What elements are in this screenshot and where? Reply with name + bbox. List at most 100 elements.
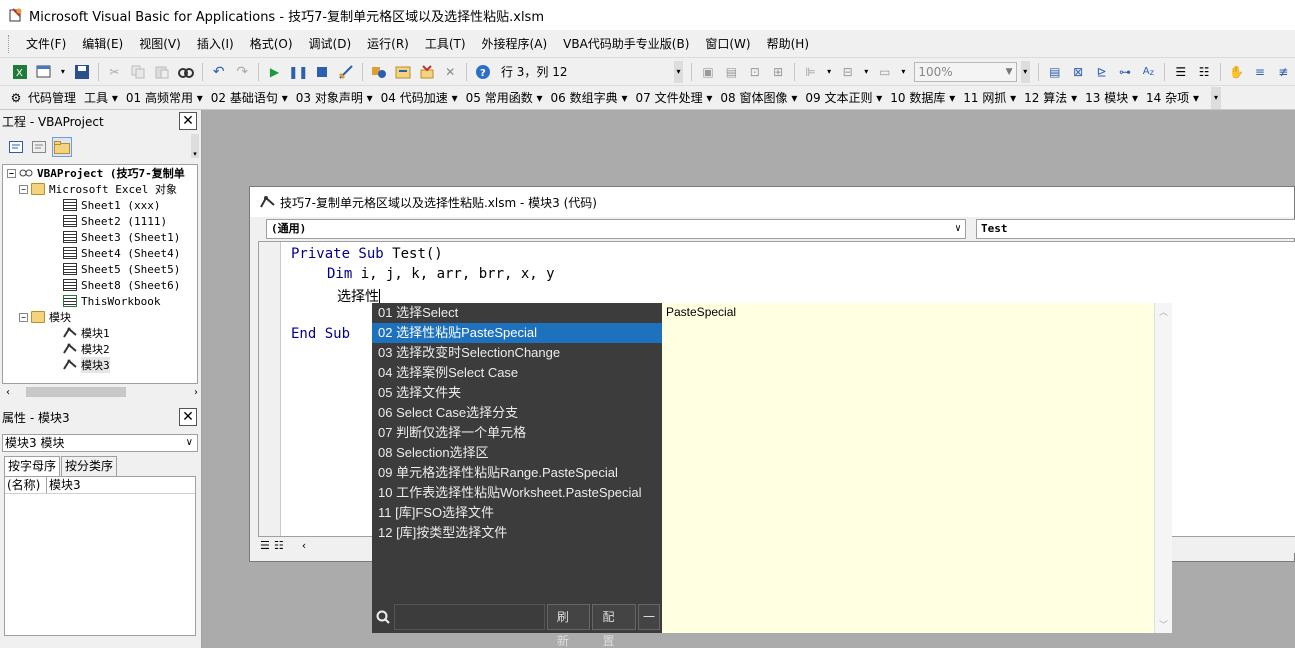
autocomplete-item[interactable]: 01 选择Select <box>372 303 662 323</box>
reset-icon[interactable] <box>314 64 329 80</box>
parameter-info-icon[interactable]: ⊶ <box>1117 64 1132 80</box>
break-icon[interactable]: ❚❚ <box>288 64 308 80</box>
dropdown-arrow-icon[interactable]: ▾ <box>901 64 907 80</box>
view-object-icon[interactable] <box>29 137 49 157</box>
insert-userform-icon[interactable] <box>36 64 52 80</box>
list-properties-icon[interactable]: ▤ <box>1047 64 1062 80</box>
properties-window-icon[interactable] <box>395 64 411 80</box>
code-line-5[interactable]: End Sub <box>291 326 350 342</box>
menu-debug[interactable]: 调试(D) <box>301 35 360 52</box>
refresh-button[interactable]: 刷新 <box>546 604 591 648</box>
paste-icon[interactable] <box>154 64 170 80</box>
scroll-thumb[interactable] <box>26 387 126 397</box>
comment-block-icon[interactable]: ≡ <box>1252 64 1267 80</box>
code-line-1[interactable]: Private Sub Test() <box>291 246 443 262</box>
autocomplete-item[interactable]: 11 [库]FSO选择文件 <box>372 503 662 523</box>
project-explorer-icon[interactable] <box>371 64 387 80</box>
menu-edit[interactable]: 编辑(E) <box>74 35 131 52</box>
menu-tools[interactable]: 工具(T) <box>417 35 474 52</box>
menu-run[interactable]: 运行(R) <box>359 35 417 52</box>
menu-vba-assistant[interactable]: VBA代码助手专业版(B) <box>555 35 697 52</box>
autocomplete-item[interactable]: 07 判断仅选择一个单元格 <box>372 423 662 443</box>
undo-icon[interactable]: ↶ <box>211 64 226 80</box>
dropdown-arrow-icon[interactable]: ▾ <box>826 64 832 80</box>
scroll-left-icon[interactable]: ‹ <box>302 539 306 552</box>
toolbar-overflow-icon[interactable]: ▾ <box>1210 86 1221 109</box>
copy-icon[interactable] <box>130 64 146 80</box>
menu-addins[interactable]: 外接程序(A) <box>474 35 556 52</box>
dropdown-arrow-icon[interactable]: ▾ <box>60 64 66 80</box>
group-icon[interactable]: ▣ <box>700 64 715 80</box>
tree-module-item[interactable]: 模块1 <box>3 325 197 341</box>
collapse-icon[interactable]: − <box>19 312 28 322</box>
autocomplete-item[interactable]: 05 选择文件夹 <box>372 383 662 403</box>
toolbar-overflow-icon[interactable]: ▾ <box>673 60 684 83</box>
autocomplete-item-selected[interactable]: 02 选择性粘贴PasteSpecial <box>372 323 662 343</box>
tree-workbook-item[interactable]: ThisWorkbook <box>3 293 197 309</box>
addin-menu-10[interactable]: 10 数据库 ▾ <box>890 89 955 106</box>
tree-sheet-item[interactable]: Sheet1 (xxx) <box>3 197 197 213</box>
scroll-down-icon[interactable]: ﹀ <box>1155 618 1172 631</box>
tools-overflow-icon[interactable]: ▾ <box>191 134 199 158</box>
close-icon[interactable]: ✕ <box>179 112 197 130</box>
center-horizontal-icon[interactable]: ⊡ <box>747 64 762 80</box>
tree-sheet-item[interactable]: Sheet3 (Sheet1) <box>3 229 197 245</box>
bring-to-front-icon[interactable]: ▭ <box>877 64 892 80</box>
close-icon[interactable]: ✕ <box>179 408 197 426</box>
menu-window[interactable]: 窗口(W) <box>697 35 758 52</box>
code-line-2[interactable]: Dim i, j, k, arr, brr, x, y <box>327 266 555 282</box>
center-vertical-icon[interactable]: ⊞ <box>770 64 785 80</box>
tree-module-item[interactable]: 模块2 <box>3 341 197 357</box>
design-mode-icon[interactable] <box>338 64 354 80</box>
config-button[interactable]: 配置 <box>592 604 636 648</box>
autocomplete-item[interactable]: 03 选择改变时SelectionChange <box>372 343 662 363</box>
tree-project-root[interactable]: − VBAProject (技巧7-复制单 <box>3 165 197 181</box>
tree-sheet-item[interactable]: Sheet4 (Sheet4) <box>3 245 197 261</box>
ungroup-icon[interactable]: ▤ <box>724 64 739 80</box>
addin-tools-menu[interactable]: 工具 ▾ <box>84 89 118 106</box>
autocomplete-item[interactable]: 08 Selection选择区 <box>372 443 662 463</box>
autocomplete-item[interactable]: 12 [库]按类型选择文件 <box>372 523 662 543</box>
autocomplete-item[interactable]: 09 单元格选择性粘贴Range.PasteSpecial <box>372 463 662 483</box>
procedure-combo[interactable]: Test <box>976 219 1295 239</box>
tree-excel-objects[interactable]: − Microsoft Excel 对象 <box>3 181 197 197</box>
cut-icon[interactable]: ✂ <box>107 64 122 80</box>
scroll-left-icon[interactable]: ‹ <box>6 387 10 398</box>
uncomment-block-icon[interactable]: ≢ <box>1276 64 1291 80</box>
indent-icon[interactable]: ☰ <box>1173 64 1188 80</box>
tab-alphabetic[interactable]: 按字母序 <box>4 456 61 476</box>
addin-menu-07[interactable]: 07 文件处理 ▾ <box>635 89 712 106</box>
tab-categorized[interactable]: 按分类序 <box>61 456 118 476</box>
addin-menu-05[interactable]: 05 常用函数 ▾ <box>466 89 543 106</box>
object-browser-icon[interactable] <box>419 64 435 80</box>
list-constants-icon[interactable]: ⊠ <box>1070 64 1085 80</box>
addin-menu-08[interactable]: 08 窗体图像 ▾ <box>720 89 797 106</box>
outdent-icon[interactable]: ☷ <box>1196 64 1211 80</box>
autocomplete-item[interactable]: 04 选择案例Select Case <box>372 363 662 383</box>
tree-module-item-selected[interactable]: 模块3 <box>3 357 197 373</box>
addin-menu-02[interactable]: 02 基础语句 ▾ <box>211 89 288 106</box>
addin-menu-14[interactable]: 14 杂项 ▾ <box>1146 89 1199 106</box>
tree-sheet-item[interactable]: Sheet2 (1111) <box>3 213 197 229</box>
toggle-folders-icon[interactable] <box>52 137 72 157</box>
addin-menu-03[interactable]: 03 对象声明 ▾ <box>296 89 373 106</box>
redo-icon[interactable]: ↷ <box>234 64 249 80</box>
full-module-view-icon[interactable]: ☷ <box>274 539 284 552</box>
toggle-breakpoint-icon[interactable]: ✋ <box>1229 64 1244 80</box>
addin-menu-01[interactable]: 01 高频常用 ▾ <box>126 89 203 106</box>
dropdown-arrow-icon[interactable]: ▾ <box>863 64 869 80</box>
addin-menu-11[interactable]: 11 网抓 ▾ <box>963 89 1016 106</box>
view-code-icon[interactable] <box>6 137 26 157</box>
tree-modules-folder[interactable]: − 模块 <box>3 309 197 325</box>
addin-menu-04[interactable]: 04 代码加速 ▾ <box>381 89 458 106</box>
collapse-icon[interactable]: − <box>19 184 28 194</box>
minimize-button[interactable]: 一 <box>637 604 660 630</box>
code-manager-icon[interactable]: ⚙ <box>8 90 24 106</box>
property-value[interactable]: 模块3 <box>47 477 81 493</box>
tree-sheet-item[interactable]: Sheet8 (Sheet6) <box>3 277 197 293</box>
quick-info-icon[interactable]: ⊵ <box>1094 64 1109 80</box>
run-icon[interactable]: ▶ <box>267 64 282 80</box>
align-icon[interactable]: ⊫ <box>803 64 818 80</box>
complete-word-icon[interactable]: Az <box>1141 64 1156 80</box>
object-combo[interactable]: (通用) ∨ <box>266 219 966 239</box>
